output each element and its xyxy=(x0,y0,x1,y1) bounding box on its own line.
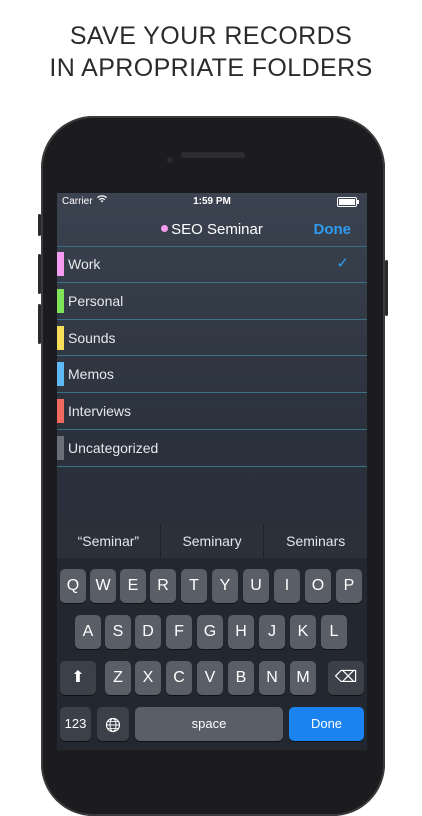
folder-label: Sounds xyxy=(68,329,116,346)
folder-label: Memos xyxy=(68,366,114,383)
key-z[interactable]: Z xyxy=(105,661,131,695)
folder-item-interviews[interactable]: Interviews xyxy=(57,393,367,430)
folder-color-swatch xyxy=(57,288,64,313)
key-k[interactable]: K xyxy=(290,615,316,649)
folder-color-swatch xyxy=(57,362,64,387)
delete-key[interactable]: ⌫ xyxy=(328,661,364,695)
done-button[interactable]: Done xyxy=(314,221,352,238)
key-x[interactable]: X xyxy=(135,661,161,695)
key-t[interactable]: T xyxy=(181,569,207,603)
key-o[interactable]: O xyxy=(305,569,331,603)
folder-label: Personal xyxy=(68,292,124,309)
globe-icon xyxy=(97,707,129,741)
folder-list: Work ✓ Personal Sounds Memos Interviews … xyxy=(57,246,367,467)
key-m[interactable]: M xyxy=(290,661,316,695)
folder-item-work[interactable]: Work ✓ xyxy=(57,246,367,283)
key-u[interactable]: U xyxy=(243,569,269,603)
folder-color-swatch xyxy=(57,435,64,460)
nav-bar: SEO Seminar Done xyxy=(57,217,367,247)
folder-color-dot-icon xyxy=(161,224,169,232)
suggestion-item[interactable]: Seminars xyxy=(264,524,367,558)
suggestion-item[interactable]: Seminary xyxy=(161,524,265,558)
key-a[interactable]: A xyxy=(75,615,101,649)
keyboard: Q W E R T Y U I O P A S D F G H J K L ⬆ … xyxy=(57,558,367,750)
key-n[interactable]: N xyxy=(259,661,285,695)
front-camera xyxy=(167,157,173,163)
folder-item-personal[interactable]: Personal xyxy=(57,283,367,320)
key-i[interactable]: I xyxy=(274,569,300,603)
folder-item-sounds[interactable]: Sounds xyxy=(57,320,367,357)
folder-color-swatch xyxy=(57,399,64,424)
key-h[interactable]: H xyxy=(228,615,254,649)
key-s[interactable]: S xyxy=(105,615,131,649)
folder-label: Work xyxy=(68,256,101,272)
key-g[interactable]: G xyxy=(197,615,223,649)
key-l[interactable]: L xyxy=(321,615,347,649)
status-bar: Carrier 1:59 PM xyxy=(57,193,367,211)
shift-key[interactable]: ⬆ xyxy=(60,661,96,695)
key-c[interactable]: C xyxy=(166,661,192,695)
key-j[interactable]: J xyxy=(259,615,285,649)
globe-key[interactable] xyxy=(97,707,129,741)
key-f[interactable]: F xyxy=(166,615,192,649)
status-time: 1:59 PM xyxy=(193,196,231,207)
phone-screen: Carrier 1:59 PM SEO Seminar Done Work ✓ … xyxy=(57,193,367,750)
volume-down-button xyxy=(38,304,41,344)
key-p[interactable]: P xyxy=(336,569,362,603)
folder-color-swatch xyxy=(57,252,64,276)
folder-item-uncategorized[interactable]: Uncategorized xyxy=(57,430,367,467)
folder-label: Interviews xyxy=(68,403,132,420)
checkmark-icon: ✓ xyxy=(336,255,349,272)
volume-up-button xyxy=(38,254,41,294)
space-key[interactable]: space xyxy=(135,707,283,741)
delete-icon: ⌫ xyxy=(334,669,358,686)
key-v[interactable]: V xyxy=(197,661,223,695)
key-w[interactable]: W xyxy=(90,569,116,603)
speaker-grille xyxy=(181,152,245,158)
headline: SAVE YOUR RECORDS IN APROPRIATE FOLDERS xyxy=(0,20,422,84)
key-b[interactable]: B xyxy=(228,661,254,695)
headline-line-2: IN APROPRIATE FOLDERS xyxy=(49,54,373,82)
key-q[interactable]: Q xyxy=(60,569,86,603)
nav-title-text: SEO Seminar xyxy=(171,221,263,238)
key-r[interactable]: R xyxy=(150,569,176,603)
key-e[interactable]: E xyxy=(120,569,146,603)
suggestion-item[interactable]: “Seminar” xyxy=(57,524,161,558)
mute-switch xyxy=(38,214,41,236)
power-button xyxy=(385,260,388,316)
headline-line-1: SAVE YOUR RECORDS xyxy=(69,22,353,50)
autocorrect-suggestions: “Seminar” Seminary Seminars xyxy=(57,524,367,558)
folder-item-memos[interactable]: Memos xyxy=(57,356,367,394)
folder-label: Uncategorized xyxy=(68,439,159,456)
keyboard-done-key[interactable]: Done xyxy=(289,707,364,741)
numbers-key[interactable]: 123 xyxy=(60,707,91,741)
shift-icon: ⬆ xyxy=(71,669,85,686)
key-y[interactable]: Y xyxy=(212,569,238,603)
battery-icon xyxy=(337,197,359,207)
folder-color-swatch xyxy=(57,325,64,350)
key-d[interactable]: D xyxy=(135,615,161,649)
